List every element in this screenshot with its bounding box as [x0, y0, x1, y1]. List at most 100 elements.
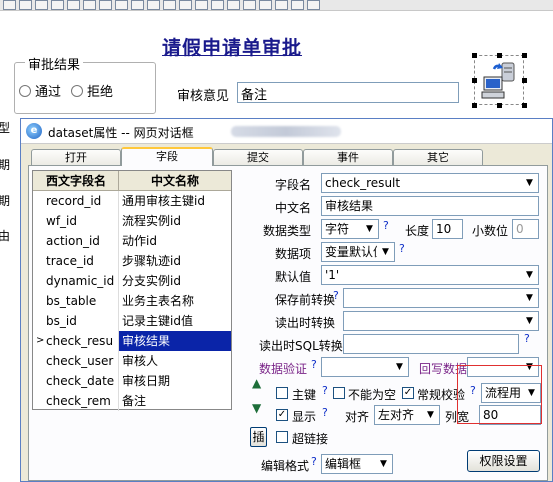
resize-handle[interactable] [522, 78, 527, 83]
radio-pass[interactable] [19, 84, 31, 97]
cell-en-name[interactable]: bs_id [33, 311, 119, 331]
help-icon[interactable]: ? [322, 384, 328, 397]
pre-save-combo[interactable]: ▼ [343, 288, 539, 308]
resize-handle[interactable] [472, 78, 477, 83]
cell-cn-name[interactable]: 记录主键id值 [119, 311, 231, 331]
cell-cn-name[interactable]: 步骤轨迹id [119, 251, 231, 271]
cell-cn-name[interactable]: 通用审核主键id [119, 191, 231, 211]
regular-check-checkbox[interactable]: ✓ [402, 387, 414, 399]
export-icon[interactable] [307, 0, 320, 10]
cell-cn-name[interactable]: 分支实例id [119, 271, 231, 291]
textbox-icon[interactable] [147, 0, 160, 10]
cell-en-name[interactable]: record_id [33, 191, 119, 211]
help-icon[interactable]: ? [333, 289, 339, 302]
resize-handle[interactable] [522, 103, 527, 108]
radio-icon[interactable] [115, 0, 128, 10]
help-icon[interactable]: ? [322, 406, 328, 419]
align-select[interactable]: 左对齐 ▼ [374, 405, 440, 425]
gear-icon[interactable] [83, 0, 96, 10]
resize-handle[interactable] [472, 53, 477, 58]
table-row[interactable]: > check_resu 审核结果 [33, 331, 231, 351]
table-icon[interactable] [51, 0, 64, 10]
table-row[interactable]: trace_id 步骤轨迹id [33, 251, 231, 271]
checkbox-icon[interactable] [99, 0, 112, 10]
table-row[interactable]: dynamic_id 分支实例id [33, 271, 231, 291]
settings-icon[interactable] [211, 0, 224, 10]
cell-cn-name[interactable]: 备注 [119, 391, 231, 411]
image-icon[interactable] [19, 0, 32, 10]
link-icon[interactable] [291, 0, 304, 10]
chevron-down-icon[interactable]: ▼ [375, 455, 392, 473]
cell-en-name[interactable]: wf_id [33, 211, 119, 231]
help-icon[interactable]: ? [311, 358, 317, 371]
decimal-input[interactable]: 0 [512, 219, 539, 239]
dataset-icon[interactable] [259, 0, 272, 10]
button-icon[interactable] [275, 0, 288, 10]
chevron-down-icon[interactable]: ▼ [377, 243, 394, 261]
resize-handle[interactable] [497, 53, 502, 58]
cell-cn-name[interactable]: 审核人 [119, 351, 231, 371]
cell-en-name[interactable]: check_resu [33, 331, 119, 351]
cell-cn-name[interactable]: 审核结果 [119, 331, 231, 351]
help-icon[interactable]: ? [524, 332, 530, 345]
resize-handle[interactable] [497, 103, 502, 108]
dialog-titlebar[interactable]: e dataset属性 -- 网页对话框 [21, 119, 552, 144]
insert-button[interactable]: 插 [250, 427, 267, 447]
move-up-icon[interactable]: ▲ [252, 376, 261, 390]
cell-cn-name[interactable]: 流程实例id [119, 211, 231, 231]
help-icon[interactable]: ? [383, 219, 389, 232]
cell-en-name[interactable]: trace_id [33, 251, 119, 271]
resize-handle[interactable] [522, 53, 527, 58]
chevron-down-icon[interactable]: ▼ [521, 312, 538, 330]
pdf-icon[interactable] [195, 0, 208, 10]
on-read-combo[interactable]: ▼ [343, 311, 539, 331]
table-row[interactable]: record_id 通用审核主键id [33, 191, 231, 211]
dataset-component[interactable] [472, 53, 527, 108]
review-input[interactable]: 备注 [237, 82, 459, 103]
permission-button[interactable]: 权限设置 [467, 450, 540, 472]
tab-other[interactable]: 其它 [393, 149, 483, 165]
length-input[interactable]: 10 [432, 219, 463, 239]
help-icon[interactable]: ? [399, 242, 405, 255]
table-row[interactable]: check_rem 备注 [33, 391, 231, 411]
chevron-down-icon[interactable]: ▼ [391, 358, 408, 376]
chevron-down-icon[interactable]: ▼ [521, 174, 538, 192]
cell-cn-name[interactable]: 业务主表名称 [119, 291, 231, 311]
grid-icon[interactable] [163, 0, 176, 10]
cell-cn-name[interactable]: 审核日期 [119, 371, 231, 391]
tab-fields[interactable]: 字段 [121, 147, 213, 166]
tree-icon[interactable] [179, 0, 192, 10]
sql-read-input[interactable] [343, 334, 519, 354]
radio-reject[interactable] [71, 84, 84, 97]
cell-en-name[interactable]: bs_table [33, 291, 119, 311]
tab-events[interactable]: 事件 [303, 149, 393, 165]
cell-en-name[interactable]: check_date [33, 371, 119, 391]
cell-en-name[interactable]: action_id [33, 231, 119, 251]
cell-cn-name[interactable]: 动作id [119, 231, 231, 251]
tab-submit[interactable]: 提交 [213, 149, 303, 165]
panel-icon[interactable] [243, 0, 256, 10]
primary-key-checkbox[interactable] [276, 387, 288, 399]
frame-icon[interactable] [67, 0, 80, 10]
chevron-down-icon[interactable]: ▼ [422, 406, 439, 424]
combobox-icon[interactable] [131, 0, 144, 10]
table-row[interactable]: action_id 动作id [33, 231, 231, 251]
chevron-down-icon[interactable]: ▼ [521, 289, 538, 307]
dw-icon[interactable] [3, 0, 16, 10]
cn-name-input[interactable]: 审核结果 [321, 196, 539, 216]
default-combo[interactable]: '1' ▼ [321, 265, 539, 285]
help-icon[interactable]: ? [311, 455, 317, 468]
data-item-select[interactable]: 变量默认值 ▼ [321, 242, 395, 262]
header-cn-name[interactable]: 中文名称 [119, 171, 231, 190]
list-icon[interactable] [35, 0, 48, 10]
cell-en-name[interactable]: dynamic_id [33, 271, 119, 291]
table-row[interactable]: bs_id 记录主键id值 [33, 311, 231, 331]
edit-format-select[interactable]: 编辑框 ▼ [321, 454, 393, 474]
table-row[interactable]: check_user 审核人 [33, 351, 231, 371]
table-row[interactable]: bs_table 业务主表名称 [33, 291, 231, 311]
show-checkbox[interactable]: ✓ [276, 409, 288, 421]
field-name-combo[interactable]: check_result ▼ [321, 173, 539, 193]
move-down-icon[interactable]: ▼ [252, 401, 261, 415]
not-null-checkbox[interactable] [333, 387, 345, 399]
chevron-down-icon[interactable]: ▼ [361, 220, 378, 238]
